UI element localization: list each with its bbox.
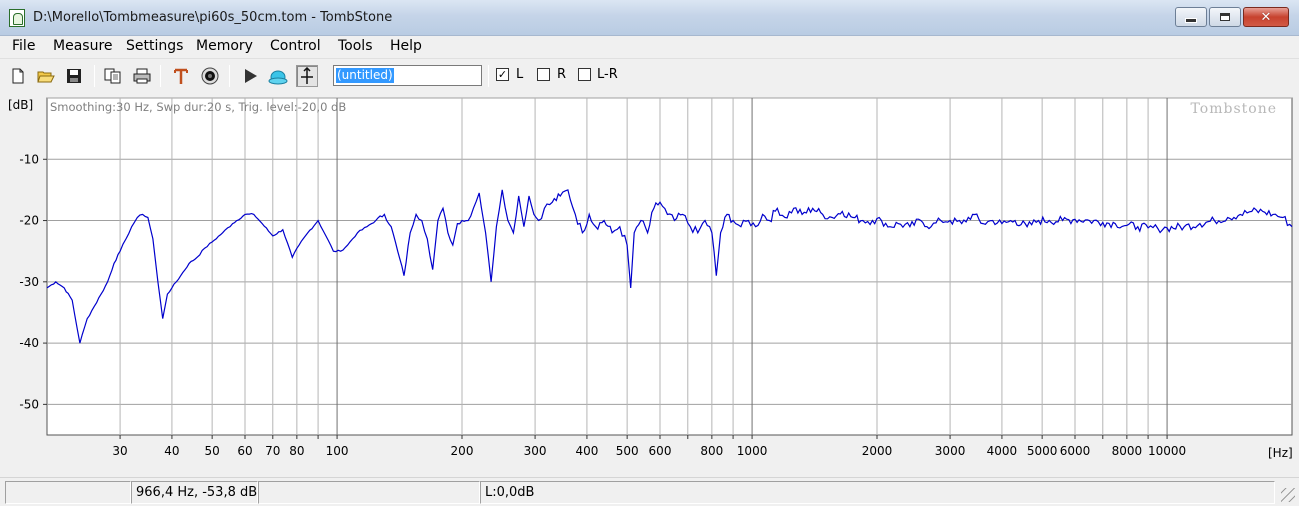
y-axis-ticks: -10 -20 -30 -40 -50: [19, 152, 47, 411]
status-bar: 966,4 Hz, -53,8 dB L:0,0dB: [0, 477, 1299, 506]
x-axis-unit: [Hz]: [1268, 446, 1293, 460]
menu-memory[interactable]: Memory: [196, 38, 253, 54]
x-tick-label: 500: [616, 444, 639, 458]
status-cell-empty: [5, 481, 131, 504]
open-folder-icon: [37, 71, 55, 83]
menu-bar: File Measure Settings Memory Control Too…: [0, 36, 1299, 57]
x-tick-label: 100: [326, 444, 349, 458]
toolbar-separator: [229, 65, 230, 87]
level-readout: L:0,0dB: [480, 481, 1275, 504]
y-tick-label: -10: [19, 152, 39, 166]
channel-l-checkbox[interactable]: ✓: [496, 68, 509, 81]
x-tick-label: 3000: [935, 444, 966, 458]
y-tick-label: -40: [19, 336, 39, 350]
x-tick-label: 1000: [737, 444, 768, 458]
x-tick-label: 40: [164, 444, 179, 458]
open-button[interactable]: [35, 65, 57, 87]
x-tick-label: 80: [289, 444, 304, 458]
save-button[interactable]: [63, 65, 85, 87]
x-tick-label: 50: [205, 444, 220, 458]
print-icon: [133, 68, 151, 84]
toolbar-separator: [488, 65, 489, 87]
y-tick-label: -20: [19, 214, 39, 228]
graph-panel: -10 -20 -30 -40 -50 30 40 50 60 70 80 100 200 300 400…: [0, 94, 1299, 476]
minimize-icon: [1185, 17, 1197, 23]
cursor-readout: 966,4 Hz, -53,8 dB: [131, 481, 258, 504]
x-tick-label: 600: [649, 444, 672, 458]
toolbar: (untitled) ✓ L R L-R: [0, 58, 1299, 92]
title-bar: D:\Morello\Tombmeasure\pi60s_50cm.tom - …: [0, 0, 1299, 36]
toolbar-separator: [160, 65, 161, 87]
menu-help[interactable]: Help: [390, 38, 422, 54]
speaker-icon: [268, 70, 288, 85]
x-tick-label: 2000: [862, 444, 893, 458]
menu-file[interactable]: File: [12, 38, 35, 54]
y-axis-unit: [dB]: [8, 98, 33, 112]
maximize-button[interactable]: [1209, 7, 1241, 27]
close-button[interactable]: ✕: [1243, 7, 1289, 27]
x-tick-label: 200: [451, 444, 474, 458]
graph-info-text: Smoothing:30 Hz, Swp dur:20 s, Trig. lev…: [50, 100, 346, 114]
tombstone-app-icon[interactable]: [9, 9, 25, 27]
record-button[interactable]: [199, 65, 221, 87]
copy-button[interactable]: [102, 65, 124, 87]
frequency-response-graph[interactable]: -10 -20 -30 -40 -50 30 40 50 60 70 80 100 200 300 400…: [0, 94, 1299, 476]
marker-icon: [174, 68, 188, 84]
plot-area[interactable]: [46, 97, 1293, 436]
record-icon: [201, 67, 219, 85]
measurement-name-value: (untitled): [336, 68, 394, 83]
window-title: D:\Morello\Tombmeasure\pi60s_50cm.tom - …: [33, 10, 393, 25]
toolbar-separator: [94, 65, 95, 87]
menu-tools[interactable]: Tools: [338, 38, 373, 54]
x-axis-ticks: 30 40 50 60 70 80 100 200 300 400 500 600 800 1000 200…: [112, 435, 1186, 458]
channel-l-label: L: [516, 67, 524, 82]
copy-icon: [104, 68, 121, 84]
save-disk-icon: [67, 69, 81, 83]
x-tick-label: 30: [112, 444, 127, 458]
status-cell-blank: [258, 481, 480, 504]
axis-icon: [301, 67, 313, 84]
minimize-button[interactable]: [1175, 7, 1207, 27]
channel-r-label: R: [557, 67, 567, 82]
y-tick-label: -30: [19, 275, 39, 289]
menu-control[interactable]: Control: [270, 38, 321, 54]
x-tick-label: 60: [237, 444, 252, 458]
x-tick-label: 300: [524, 444, 547, 458]
new-file-button[interactable]: [7, 65, 29, 87]
channel-lr-checkbox[interactable]: [578, 68, 591, 81]
new-file-icon: [12, 68, 24, 84]
print-button[interactable]: [131, 65, 153, 87]
measurement-name-input[interactable]: (untitled): [333, 65, 482, 86]
x-tick-label: 800: [700, 444, 723, 458]
channel-lr-label: L-R: [597, 67, 618, 82]
x-tick-label: 8000: [1112, 444, 1143, 458]
x-tick-label: 4000: [987, 444, 1018, 458]
menu-settings[interactable]: Settings: [126, 38, 183, 54]
x-tick-label: 70: [265, 444, 280, 458]
close-icon: ✕: [1260, 9, 1272, 25]
maximize-icon: [1220, 13, 1230, 21]
axis-toggle-button[interactable]: [296, 65, 318, 87]
x-tick-label: 10000: [1148, 444, 1186, 458]
tombstone-watermark: Tombstone: [1191, 101, 1277, 117]
play-icon: [245, 69, 257, 83]
y-tick-label: -50: [19, 397, 39, 411]
play-button[interactable]: [239, 65, 261, 87]
marker-button[interactable]: [170, 65, 192, 87]
speaker-button[interactable]: [267, 65, 289, 87]
x-tick-label: 5000: [1027, 444, 1058, 458]
x-tick-label: 6000: [1060, 444, 1091, 458]
channel-r-checkbox[interactable]: [537, 68, 550, 81]
menu-measure[interactable]: Measure: [53, 38, 113, 54]
resize-grip[interactable]: [1281, 488, 1295, 502]
x-tick-label: 400: [575, 444, 598, 458]
